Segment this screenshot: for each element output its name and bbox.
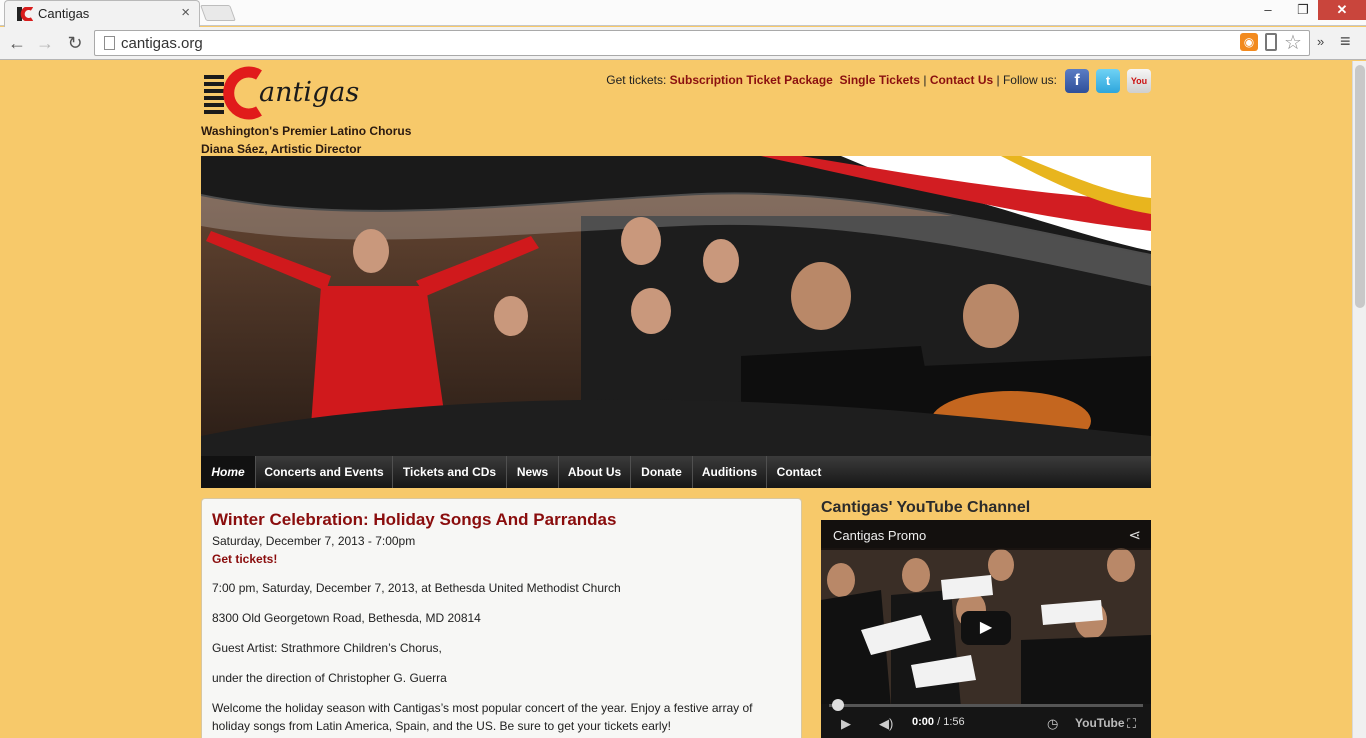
- site-tagline: Washington's Premier Latino Chorus Diana…: [201, 122, 411, 158]
- close-window-button[interactable]: ✕: [1318, 0, 1366, 20]
- total-time: / 1:56: [934, 716, 965, 728]
- nav-donate[interactable]: Donate: [631, 456, 693, 488]
- url-text[interactable]: cantigas.org: [121, 35, 203, 52]
- facebook-icon[interactable]: f: [1065, 69, 1089, 93]
- event-date: Saturday, December 7, 2013 - 7:00pm: [212, 534, 416, 548]
- youtube-channel-heading: Cantigas' YouTube Channel: [821, 499, 1031, 516]
- cantigas-favicon-icon: [17, 7, 33, 21]
- page-scrollbar[interactable]: [1352, 61, 1366, 738]
- banner-image: [201, 156, 1151, 456]
- reload-icon[interactable]: ↻: [63, 31, 87, 55]
- rss-icon[interactable]: ◉: [1240, 33, 1258, 51]
- main-nav: Home Concerts and Events Tickets and CDs…: [201, 456, 1151, 488]
- minimize-button[interactable]: –: [1253, 0, 1283, 20]
- youtube-icon[interactable]: You: [1127, 69, 1151, 93]
- event-guest-artist: Guest Artist: Strathmore Children’s Chor…: [212, 641, 442, 655]
- video-title[interactable]: Cantigas Promo: [833, 528, 926, 543]
- event-director: under the direction of Christopher G. Gu…: [212, 671, 447, 685]
- browser-toolbar: ← → ↻ cantigas.org: [0, 27, 1366, 60]
- page-content: antigas Washington's Premier Latino Chor…: [201, 61, 1151, 738]
- progress-scrubber[interactable]: [832, 699, 844, 711]
- back-arrow-icon[interactable]: ←: [5, 31, 29, 55]
- event-title[interactable]: Winter Celebration: Holiday Songs And Pa…: [212, 510, 791, 530]
- youtube-player[interactable]: Cantigas Promo ⋖ ▶ ▶ ◀) 0:00 / 1:56 ◷ Yo…: [821, 520, 1151, 738]
- svg-text:antigas: antigas: [259, 77, 359, 108]
- tab-close-icon[interactable]: ×: [181, 4, 190, 21]
- get-tickets-label: Get tickets:: [606, 73, 667, 87]
- new-tab-button[interactable]: [200, 5, 236, 21]
- nav-concerts-and-events[interactable]: Concerts and Events: [256, 456, 393, 488]
- restore-button[interactable]: ❐: [1288, 0, 1318, 20]
- cantigas-logo[interactable]: antigas: [201, 65, 366, 121]
- youtube-logo[interactable]: YouTube: [1075, 716, 1125, 730]
- bookmark-star-icon[interactable]: ☆: [1284, 30, 1302, 55]
- event-panel: Winter Celebration: Holiday Songs And Pa…: [201, 498, 802, 738]
- tagline-chorus: Washington's Premier Latino Chorus: [201, 124, 412, 138]
- nav-about-us[interactable]: About Us: [559, 456, 631, 488]
- video-controls: ▶ ◀) 0:00 / 1:56 ◷ YouTube ⛶: [821, 699, 1151, 738]
- current-time: 0:00: [912, 716, 935, 728]
- browser-titlebar: Cantigas × – ❐ ✕: [0, 0, 1366, 27]
- nav-auditions[interactable]: Auditions: [693, 456, 767, 488]
- browser-tab[interactable]: Cantigas ×: [4, 0, 200, 27]
- event-address: 8300 Old Georgetown Road, Bethesda, MD 2…: [212, 611, 481, 625]
- event-time-venue: 7:00 pm, Saturday, December 7, 2013, at …: [212, 581, 621, 595]
- nav-news[interactable]: News: [507, 456, 559, 488]
- share-icon[interactable]: ⋖: [1128, 526, 1141, 544]
- address-bar[interactable]: cantigas.org: [94, 30, 1310, 56]
- single-tickets-link[interactable]: Single Tickets: [840, 73, 920, 87]
- nav-contact[interactable]: Contact: [767, 456, 831, 488]
- nav-tickets-and-cds[interactable]: Tickets and CDs: [393, 456, 507, 488]
- extension-icon[interactable]: [1265, 33, 1277, 51]
- subscription-ticket-link[interactable]: Subscription Ticket Package: [670, 73, 833, 87]
- get-tickets-link[interactable]: Get tickets!: [212, 552, 791, 566]
- tab-title: Cantigas: [38, 6, 90, 21]
- contact-us-link[interactable]: Contact Us: [930, 73, 993, 87]
- page-icon: [104, 36, 115, 50]
- video-time: 0:00 / 1:56: [912, 716, 965, 728]
- play-button-icon[interactable]: ▶: [961, 611, 1011, 645]
- video-progress-bar[interactable]: [829, 699, 1143, 711]
- separator: |: [996, 73, 1000, 87]
- nav-home[interactable]: Home: [201, 456, 256, 488]
- header-links: Get tickets: Subscription Ticket Package…: [606, 73, 1057, 87]
- separator: |: [923, 73, 927, 87]
- fullscreen-icon[interactable]: ⛶: [1127, 716, 1136, 732]
- watch-later-icon[interactable]: ◷: [1047, 716, 1058, 732]
- play-icon[interactable]: ▶: [841, 716, 851, 732]
- twitter-icon[interactable]: t: [1096, 69, 1120, 93]
- volume-icon[interactable]: ◀): [879, 716, 893, 732]
- browser-menu-icon[interactable]: ≡: [1340, 31, 1351, 52]
- forward-arrow-icon[interactable]: →: [33, 31, 57, 55]
- scrollbar-thumb[interactable]: [1355, 65, 1365, 308]
- event-description: Welcome the holiday season with Cantigas…: [212, 701, 753, 733]
- follow-us-label: Follow us:: [1002, 73, 1057, 87]
- overflow-chevron-icon[interactable]: »: [1317, 34, 1324, 49]
